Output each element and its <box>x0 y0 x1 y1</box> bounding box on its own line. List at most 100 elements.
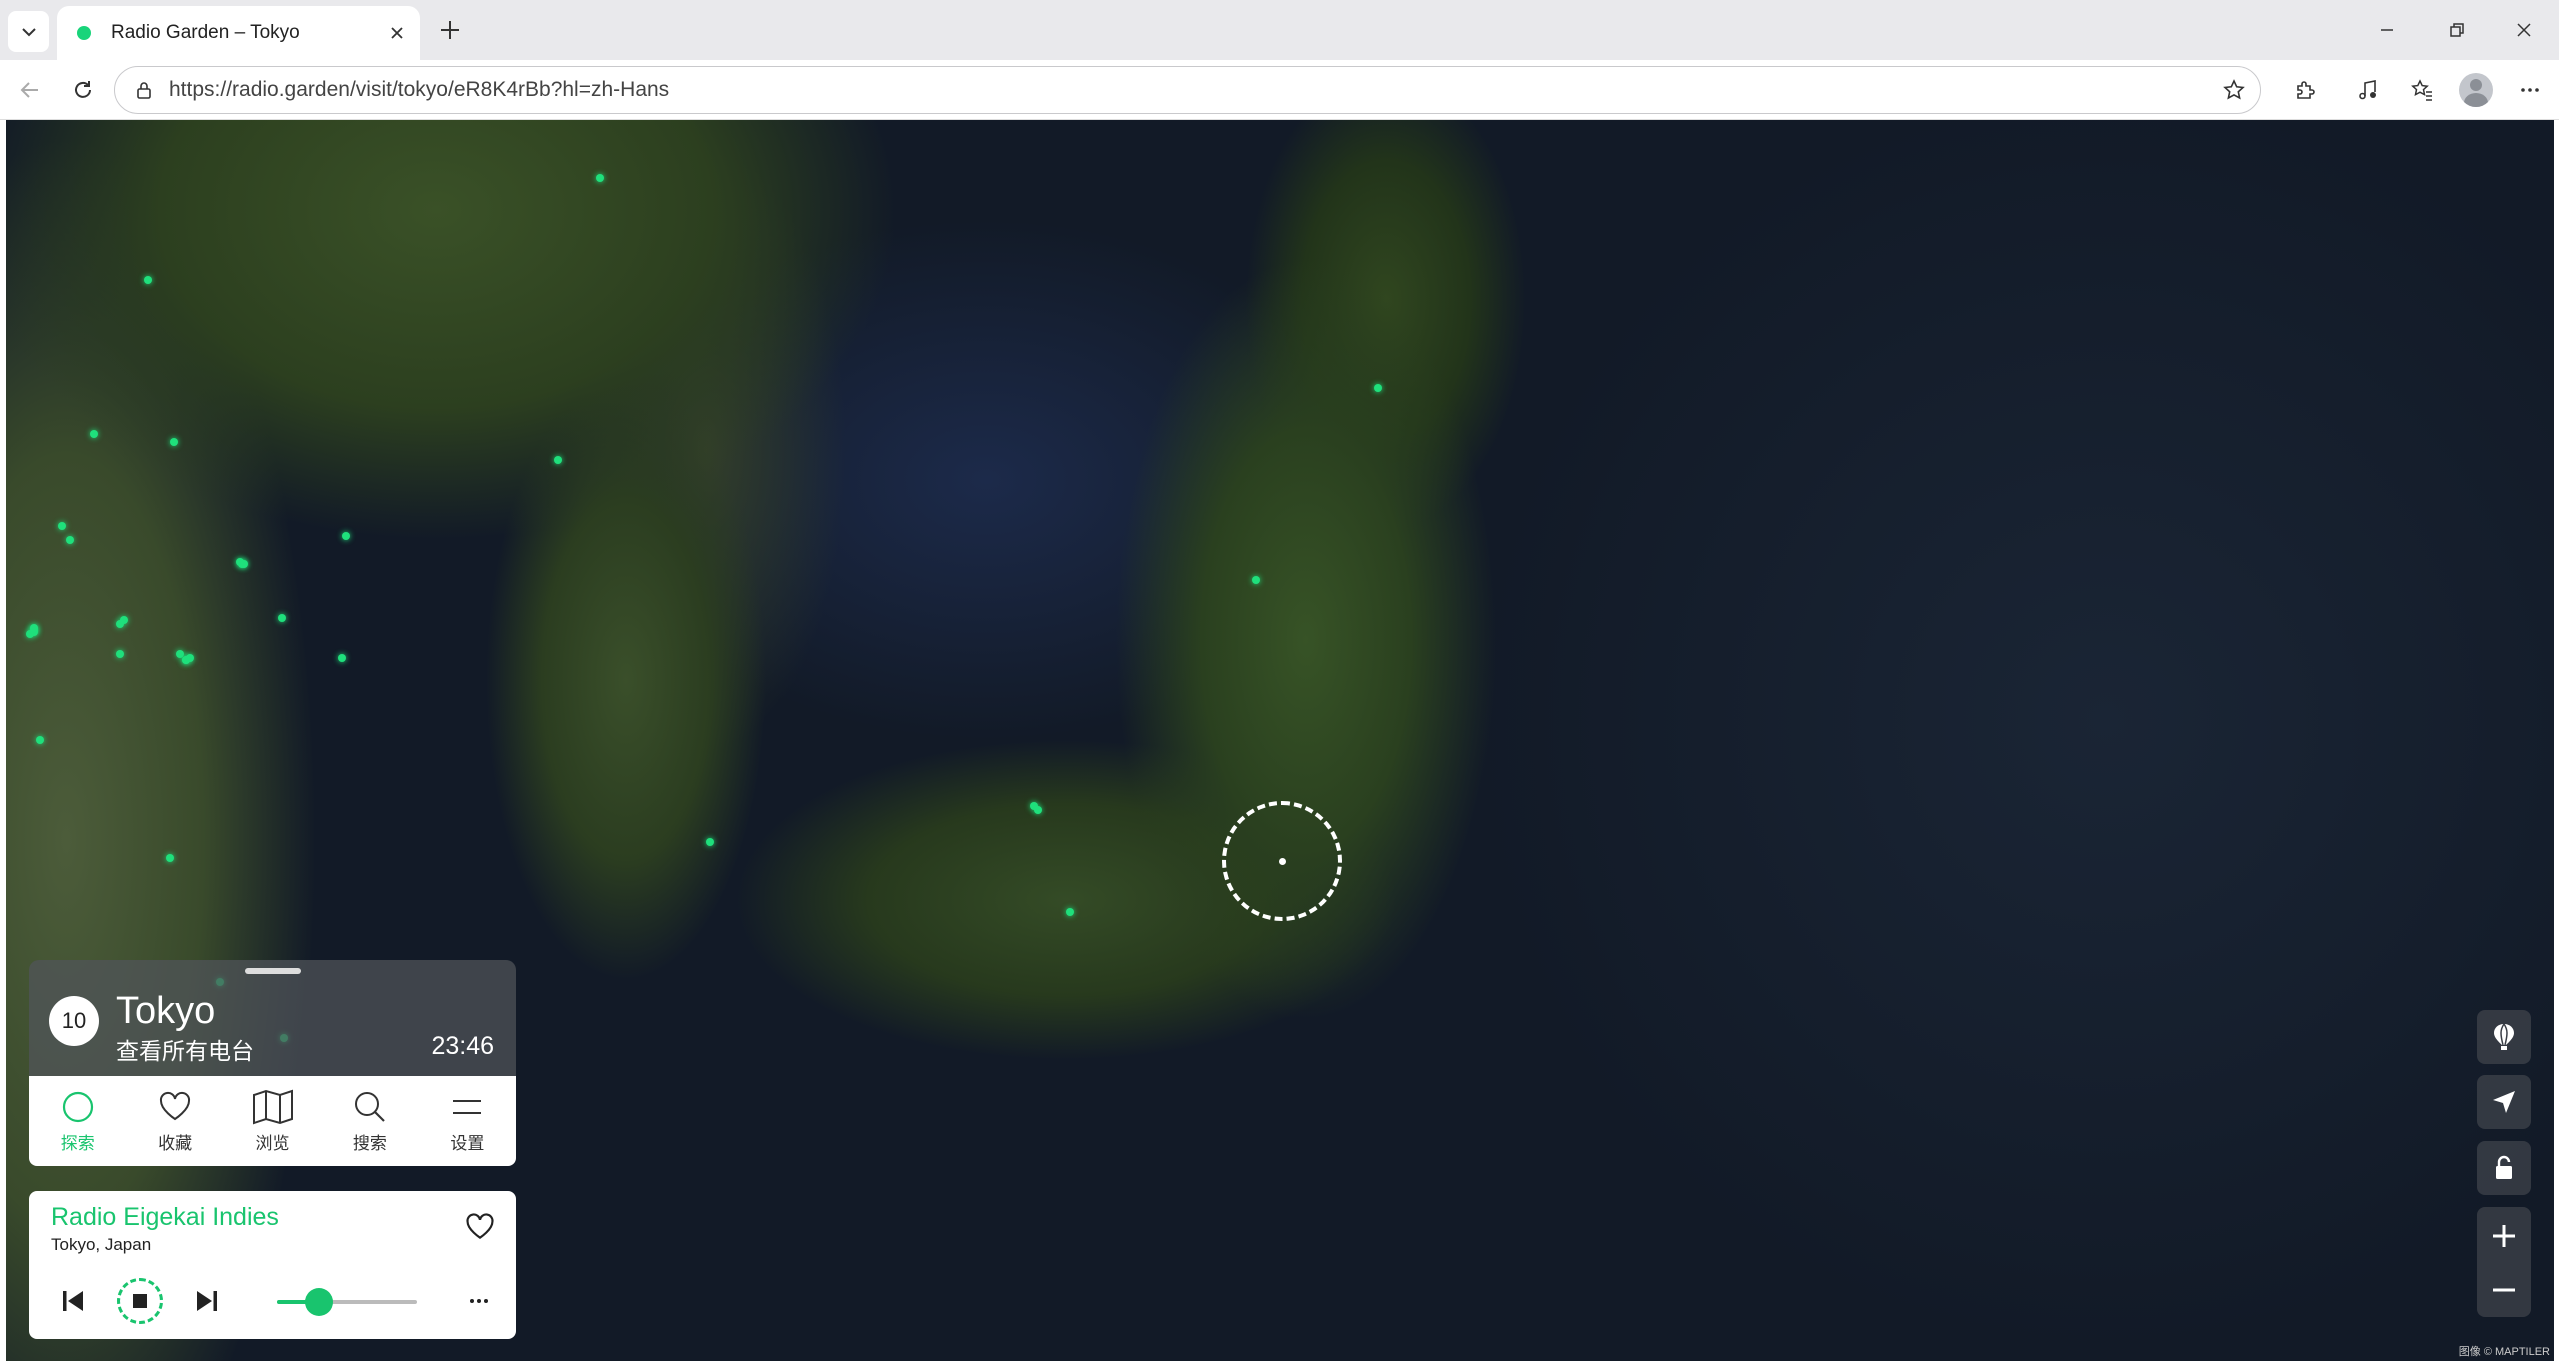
previous-station-button[interactable] <box>55 1283 91 1319</box>
favorite-station-button[interactable] <box>462 1209 498 1245</box>
station-dot[interactable] <box>338 654 346 662</box>
station-dot[interactable] <box>1374 384 1382 392</box>
station-name[interactable]: Radio Eigekai Indies <box>51 1203 279 1232</box>
station-dot[interactable] <box>144 276 152 284</box>
restore-button[interactable] <box>2422 0 2492 60</box>
heart-icon <box>466 1213 494 1239</box>
locate-me-button[interactable] <box>2477 1075 2531 1129</box>
zoom-out-button[interactable] <box>2477 1263 2531 1317</box>
nav-search-label: 搜索 <box>352 1133 387 1153</box>
local-time: 23:46 <box>431 1032 494 1060</box>
volume-knob[interactable] <box>305 1288 333 1316</box>
nav-search[interactable]: 搜索 <box>321 1076 418 1166</box>
more-horizontal-icon <box>2521 88 2539 92</box>
puzzle-icon <box>2297 81 2315 99</box>
station-dot[interactable] <box>1066 908 1074 916</box>
station-dot[interactable] <box>554 456 562 464</box>
unlock-icon <box>2496 1155 2512 1179</box>
station-dot[interactable] <box>170 438 178 446</box>
station-dot[interactable] <box>176 650 184 658</box>
minimize-button[interactable] <box>2352 0 2422 60</box>
skip-forward-icon <box>197 1291 217 1311</box>
marker-center <box>1279 858 1286 865</box>
tab-list-button[interactable] <box>8 11 49 52</box>
explore-circle-icon <box>62 1091 93 1122</box>
close-window-button[interactable] <box>2489 0 2559 60</box>
new-tab-button[interactable] <box>430 12 470 48</box>
reload-icon <box>75 81 91 98</box>
profile-button[interactable] <box>2456 70 2496 110</box>
minimize-icon <box>2381 29 2393 31</box>
nav-explore-label: 探索 <box>60 1133 95 1153</box>
station-dot[interactable] <box>116 650 124 658</box>
station-dot[interactable] <box>116 620 124 628</box>
arrow-left-icon <box>20 82 38 98</box>
station-dot[interactable] <box>342 532 350 540</box>
satellite-map[interactable]: 图像 © MAPTILER <box>6 120 2554 1361</box>
url-text: https://radio.garden/visit/tokyo/eR8K4rB… <box>169 78 670 101</box>
city-panel[interactable]: 10 Tokyo 查看所有电台 23:46 <box>29 960 516 1076</box>
media-control-button[interactable] <box>2348 70 2388 110</box>
zoom-controls <box>2477 1207 2531 1317</box>
station-dot[interactable] <box>1252 576 1260 584</box>
station-dot[interactable] <box>706 838 714 846</box>
hot-air-balloon-icon <box>2494 1023 2514 1050</box>
browser-menu-button[interactable] <box>2510 70 2550 110</box>
nav-settings[interactable]: 设置 <box>419 1076 516 1166</box>
search-icon <box>354 1091 385 1122</box>
station-dot[interactable] <box>30 624 38 632</box>
station-dot[interactable] <box>90 430 98 438</box>
station-dot[interactable] <box>182 656 190 664</box>
site-info-icon[interactable] <box>131 77 157 103</box>
volume-slider[interactable] <box>277 1288 417 1316</box>
tab-title: Radio Garden – Tokyo <box>111 22 300 43</box>
close-icon <box>2517 23 2531 37</box>
reload-button[interactable] <box>63 70 103 110</box>
bottom-navigation: 探索 收藏 浏览 搜索 设置 <box>29 1076 516 1166</box>
browser-tab-strip: Radio Garden – Tokyo <box>0 0 2559 60</box>
lock-map-button[interactable] <box>2477 1141 2531 1195</box>
nav-settings-label: 设置 <box>450 1133 485 1153</box>
chevron-down-icon <box>21 27 36 36</box>
extensions-button[interactable] <box>2285 70 2325 110</box>
address-bar[interactable]: https://radio.garden/visit/tokyo/eR8K4rB… <box>114 66 2261 114</box>
minus-icon <box>2493 1288 2515 1292</box>
station-dot[interactable] <box>596 174 604 182</box>
nav-favorites-label: 收藏 <box>158 1133 193 1153</box>
music-note-icon <box>2359 80 2376 100</box>
selected-location-marker[interactable] <box>1222 801 1342 921</box>
drag-handle[interactable] <box>245 968 301 974</box>
station-dot[interactable] <box>166 854 174 862</box>
station-dot[interactable] <box>1034 806 1042 814</box>
player-panel: Radio Eigekai Indies Tokyo, Japan <box>29 1191 516 1339</box>
station-dot[interactable] <box>278 614 286 622</box>
map-icon <box>252 1089 293 1124</box>
navigation-arrow-icon <box>2493 1091 2515 1113</box>
browser-toolbar: https://radio.garden/visit/tokyo/eR8K4rB… <box>0 60 2559 120</box>
nav-explore[interactable]: 探索 <box>29 1076 126 1166</box>
station-dot[interactable] <box>240 560 248 568</box>
station-location: Tokyo, Japan <box>51 1235 152 1254</box>
next-station-button[interactable] <box>189 1283 225 1319</box>
back-button[interactable] <box>10 70 50 110</box>
station-dot[interactable] <box>58 522 66 530</box>
nav-browse[interactable]: 浏览 <box>224 1076 321 1166</box>
favorites-button[interactable] <box>2402 70 2442 110</box>
stop-icon <box>133 1294 147 1308</box>
browser-tab[interactable]: Radio Garden – Tokyo <box>57 6 420 60</box>
more-horizontal-icon <box>470 1299 488 1303</box>
station-dot[interactable] <box>66 536 74 544</box>
map-credit: 图像 © MAPTILER <box>2458 1346 2550 1358</box>
tab-close-icon[interactable] <box>380 16 414 50</box>
view-all-stations-link[interactable]: 查看所有电台 <box>116 1032 254 1066</box>
balloon-button[interactable] <box>2477 1010 2531 1064</box>
more-options-button[interactable] <box>461 1283 497 1319</box>
nav-favorites[interactable]: 收藏 <box>126 1076 223 1166</box>
zoom-in-button[interactable] <box>2477 1209 2531 1263</box>
favorites-star-icon <box>2411 79 2432 101</box>
city-name: Tokyo <box>116 990 216 1032</box>
bookmark-star-icon[interactable] <box>2214 70 2254 110</box>
station-dot[interactable] <box>36 736 44 744</box>
stop-button[interactable] <box>117 1278 163 1324</box>
menu-icon <box>453 1099 482 1114</box>
